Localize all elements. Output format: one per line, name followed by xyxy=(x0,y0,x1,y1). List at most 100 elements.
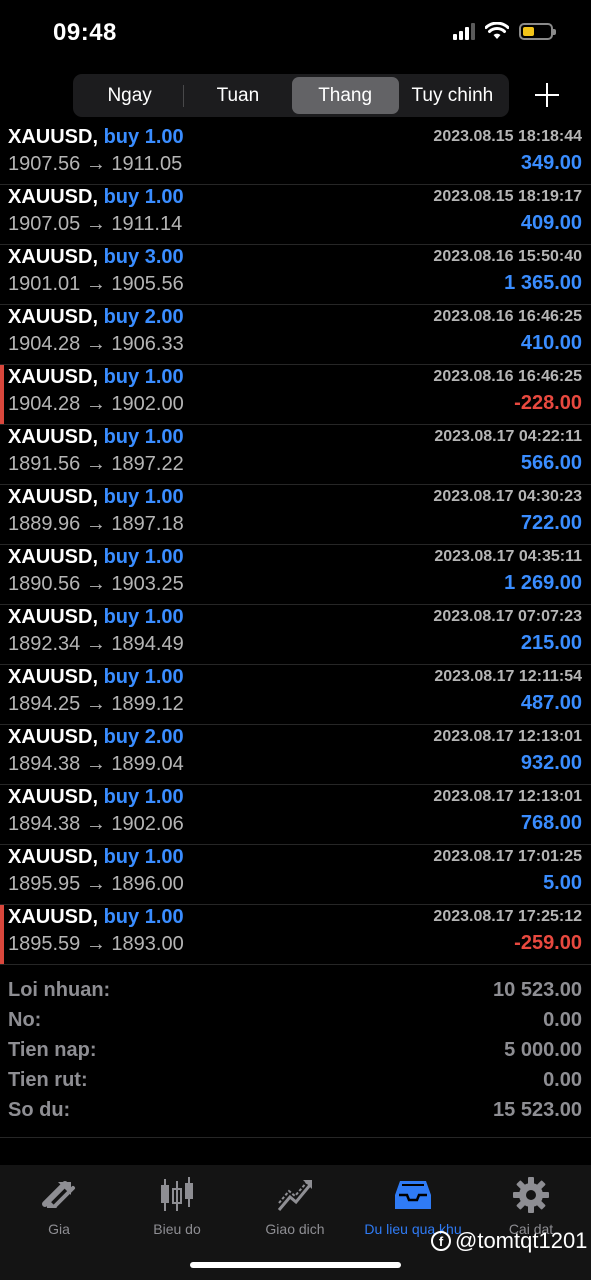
trade-row[interactable]: XAUUSD, buy 1.00 1892.34 → 1894.49 2023.08… xyxy=(0,605,591,665)
trade-prices: 1894.38 → 1899.04 xyxy=(8,753,184,775)
trade-prices: 1894.38 → 1902.06 xyxy=(8,813,184,835)
trade-prices: 1895.59 → 1893.00 xyxy=(8,933,184,955)
trade-profit: 566.00 xyxy=(520,452,582,474)
quotes-arrows-icon xyxy=(0,1175,118,1215)
symbol-name: XAUUSD, xyxy=(8,786,99,808)
trade-time: 2023.08.15 18:18:44 xyxy=(433,128,582,145)
trade-row[interactable]: XAUUSD, buy 1.00 1890.56 → 1903.25 2023.08… xyxy=(0,545,591,605)
trade-symbol: XAUUSD, buy 2.00 xyxy=(8,726,184,749)
summary-value: 15 523.00 xyxy=(493,1099,582,1121)
trade-symbol: XAUUSD, buy 1.00 xyxy=(8,906,184,929)
trade-time: 2023.08.17 04:35:11 xyxy=(434,548,582,565)
trade-prices: 1894.25 → 1899.12 xyxy=(8,693,184,715)
trade-row[interactable]: XAUUSD, buy 3.00 1901.01 → 1905.56 2023.08… xyxy=(0,245,591,305)
summary-row: So du: 15 523.00 xyxy=(0,1097,591,1127)
tab-ngay[interactable]: Ngay xyxy=(76,77,183,114)
tab-tuy-chinh[interactable]: Tuy chinh xyxy=(399,77,506,114)
trade-prices: 1904.28 → 1902.00 xyxy=(8,393,184,415)
trade-time: 2023.08.17 07:07:23 xyxy=(433,608,582,625)
trade-row[interactable]: XAUUSD, buy 1.00 1889.96 → 1897.18 2023.08… xyxy=(0,485,591,545)
trade-row[interactable]: XAUUSD, buy 1.00 1907.05 → 1911.14 2023.08… xyxy=(0,185,591,245)
summary-label: No: xyxy=(8,1009,42,1031)
trade-profit: -228.00 xyxy=(514,392,582,414)
summary-value: 10 523.00 xyxy=(493,979,582,1001)
summary-label: Tien rut: xyxy=(8,1069,88,1091)
candlestick-icon xyxy=(118,1175,236,1215)
trade-profit: 487.00 xyxy=(520,692,582,714)
trade-symbol: XAUUSD, buy 3.00 xyxy=(8,246,184,269)
trade-side-volume: buy 1.00 xyxy=(103,546,184,568)
trade-symbol: XAUUSD, buy 1.00 xyxy=(8,786,184,809)
bottom-tab-giao-dich[interactable]: Giao dich xyxy=(236,1175,354,1237)
history-summary: Loi nhuan: 10 523.00 No: 0.00 Tien nap: 5 000… xyxy=(0,977,591,1127)
trade-profit: 1 365.00 xyxy=(504,272,582,294)
wifi-icon xyxy=(485,22,509,39)
trade-side-volume: buy 1.00 xyxy=(103,426,184,448)
gear-icon xyxy=(472,1175,590,1215)
trade-row[interactable]: XAUUSD, buy 1.00 1895.59 → 1893.00 2023.08… xyxy=(0,905,591,965)
trade-time: 2023.08.17 04:30:23 xyxy=(433,488,582,505)
trade-time: 2023.08.17 17:01:25 xyxy=(433,848,582,865)
cellular-signal-icon xyxy=(453,22,475,40)
summary-row: No: 0.00 xyxy=(0,1007,591,1037)
status-icons xyxy=(453,22,556,40)
trade-row[interactable]: XAUUSD, buy 2.00 1904.28 → 1906.33 2023.08… xyxy=(0,305,591,365)
trade-side-volume: buy 1.00 xyxy=(103,606,184,628)
bottom-tab-label: Bieu do xyxy=(153,1221,201,1237)
symbol-name: XAUUSD, xyxy=(8,186,99,208)
trade-row[interactable]: XAUUSD, buy 1.00 1895.95 → 1896.00 2023.08… xyxy=(0,845,591,905)
bottom-tab-gia[interactable]: Gia xyxy=(0,1175,118,1237)
summary-label: So du: xyxy=(8,1099,71,1121)
trade-side-volume: buy 3.00 xyxy=(103,246,184,268)
trade-prices: 1890.56 → 1903.25 xyxy=(8,573,184,595)
trade-history-list: XAUUSD, buy 1.00 1907.56 → 1911.05 2023.08… xyxy=(0,125,591,965)
trade-side-volume: buy 1.00 xyxy=(103,906,184,928)
summary-row: Loi nhuan: 10 523.00 xyxy=(0,977,591,1007)
trade-profit: -259.00 xyxy=(514,932,582,954)
symbol-name: XAUUSD, xyxy=(8,366,99,388)
trade-symbol: XAUUSD, buy 1.00 xyxy=(8,486,184,509)
trade-side-volume: buy 1.00 xyxy=(103,786,184,808)
trade-profit: 722.00 xyxy=(520,512,582,534)
symbol-name: XAUUSD, xyxy=(8,486,99,508)
trade-time: 2023.08.17 12:11:54 xyxy=(434,668,582,685)
trade-time: 2023.08.17 17:25:12 xyxy=(433,908,582,925)
tab-thang[interactable]: Thang xyxy=(291,77,399,114)
trade-row[interactable]: XAUUSD, buy 1.00 1894.25 → 1899.12 2023.08… xyxy=(0,665,591,725)
bottom-tab-bieu-do[interactable]: Bieu do xyxy=(118,1175,236,1237)
summary-value: 5 000.00 xyxy=(504,1039,582,1061)
trade-row[interactable]: XAUUSD, buy 1.00 1904.28 → 1902.00 2023.08… xyxy=(0,365,591,425)
trade-symbol: XAUUSD, buy 1.00 xyxy=(8,666,184,689)
symbol-name: XAUUSD, xyxy=(8,246,99,268)
battery-icon xyxy=(519,22,556,40)
trade-time: 2023.08.16 15:50:40 xyxy=(433,248,582,265)
trade-side-volume: buy 1.00 xyxy=(103,486,184,508)
tab-tuan[interactable]: Tuan xyxy=(184,77,291,114)
trade-prices: 1907.05 → 1911.14 xyxy=(8,213,183,235)
status-bar: 09:48 xyxy=(0,0,591,68)
trade-row[interactable]: XAUUSD, buy 1.00 1907.56 → 1911.05 2023.08… xyxy=(0,125,591,185)
trade-time: 2023.08.16 16:46:25 xyxy=(433,368,582,385)
trade-symbol: XAUUSD, buy 1.00 xyxy=(8,606,184,629)
watermark: f @tomtqt1201 xyxy=(431,1228,587,1254)
trade-symbol: XAUUSD, buy 1.00 xyxy=(8,126,184,149)
summary-row: Tien rut: 0.00 xyxy=(0,1067,591,1097)
watermark-text: @tomtqt1201 xyxy=(455,1228,588,1253)
history-inbox-icon xyxy=(354,1175,472,1215)
trade-time: 2023.08.16 16:46:25 xyxy=(433,308,582,325)
trade-profit: 932.00 xyxy=(520,752,582,774)
facebook-icon: f xyxy=(431,1231,451,1251)
trade-prices: 1892.34 → 1894.49 xyxy=(8,633,184,655)
trade-row[interactable]: XAUUSD, buy 1.00 1891.56 → 1897.22 2023.08… xyxy=(0,425,591,485)
bottom-tab-label: Giao dich xyxy=(265,1221,325,1237)
trade-symbol: XAUUSD, buy 1.00 xyxy=(8,186,184,209)
add-icon[interactable] xyxy=(530,76,564,114)
trade-side-volume: buy 1.00 xyxy=(103,366,184,388)
trade-symbol: XAUUSD, buy 1.00 xyxy=(8,426,184,449)
trade-row[interactable]: XAUUSD, buy 1.00 1894.38 → 1902.06 2023.08… xyxy=(0,785,591,845)
trade-symbol: XAUUSD, buy 1.00 xyxy=(8,846,184,869)
bottom-tab-label: Gia xyxy=(48,1221,70,1237)
symbol-name: XAUUSD, xyxy=(8,846,99,868)
trade-row[interactable]: XAUUSD, buy 2.00 1894.38 → 1899.04 2023.08… xyxy=(0,725,591,785)
trade-side-volume: buy 1.00 xyxy=(103,126,184,148)
